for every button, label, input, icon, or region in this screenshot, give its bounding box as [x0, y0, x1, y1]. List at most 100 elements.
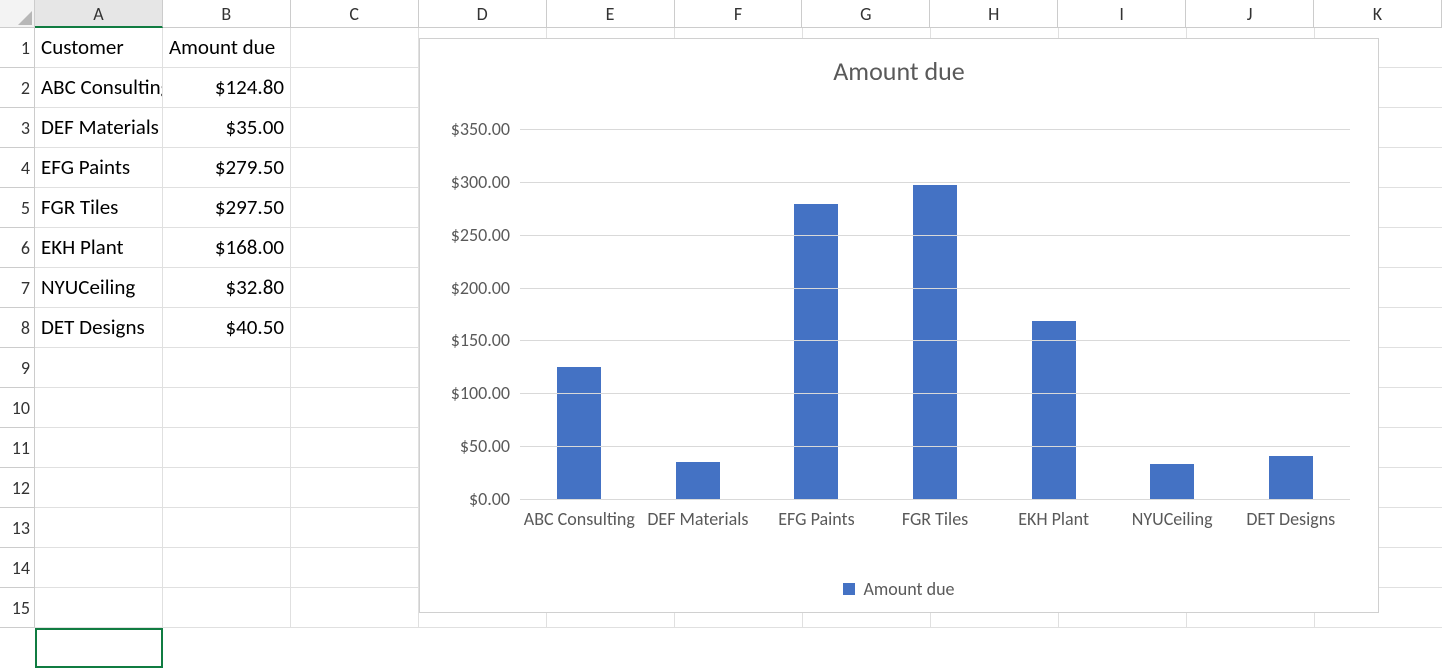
chart-bar[interactable] — [794, 204, 838, 499]
column-header-C[interactable]: C — [291, 0, 419, 28]
chart-gridline — [520, 446, 1350, 447]
cell-B15[interactable] — [163, 588, 291, 628]
cell-A6[interactable]: EKH Plant — [35, 228, 163, 268]
chart-bar[interactable] — [676, 462, 720, 499]
cell-A2[interactable]: ABC Consulting — [35, 68, 163, 108]
chart-x-label: EFG Paints — [757, 504, 876, 530]
cell-C15[interactable] — [291, 588, 419, 628]
row-header-6[interactable]: 6 — [0, 228, 35, 268]
chart-bar-slot — [994, 129, 1113, 499]
cell-B11[interactable] — [163, 428, 291, 468]
column-header-A[interactable]: A — [35, 0, 163, 28]
row-header-2[interactable]: 2 — [0, 68, 35, 108]
row-header-8[interactable]: 8 — [0, 308, 35, 348]
row-header-1[interactable]: 1 — [0, 28, 35, 68]
cell-C3[interactable] — [291, 108, 419, 148]
chart-bar[interactable] — [1032, 321, 1076, 499]
cell-B3[interactable]: $35.00 — [163, 108, 291, 148]
cell-B4[interactable]: $279.50 — [163, 148, 291, 188]
cell-B2[interactable]: $124.80 — [163, 68, 291, 108]
chart-gridline — [520, 499, 1350, 500]
cell-B13[interactable] — [163, 508, 291, 548]
cell-C7[interactable] — [291, 268, 419, 308]
row-headers: 123456789101112131415 — [0, 28, 35, 628]
cell-A11[interactable] — [35, 428, 163, 468]
chart-y-tick: $150.00 — [451, 329, 510, 351]
column-header-F[interactable]: F — [675, 0, 803, 28]
cell-C2[interactable] — [291, 68, 419, 108]
chart-plot-area: $0.00$50.00$100.00$150.00$200.00$250.00$… — [520, 129, 1350, 499]
active-cell-outline — [35, 628, 163, 668]
cell-C9[interactable] — [291, 348, 419, 388]
cell-C10[interactable] — [291, 388, 419, 428]
row-header-7[interactable]: 7 — [0, 268, 35, 308]
cell-A14[interactable] — [35, 548, 163, 588]
cell-C14[interactable] — [291, 548, 419, 588]
chart-y-tick: $50.00 — [460, 435, 510, 457]
cell-C1[interactable] — [291, 28, 419, 68]
cell-B12[interactable] — [163, 468, 291, 508]
chart-x-label: DET Designs — [1231, 504, 1350, 530]
chart-y-tick: $300.00 — [451, 171, 510, 193]
chart-bar[interactable] — [913, 185, 957, 500]
chart-x-label: DEF Materials — [639, 504, 758, 530]
chart-bars — [520, 129, 1350, 499]
cell-A15[interactable] — [35, 588, 163, 628]
row-header-9[interactable]: 9 — [0, 348, 35, 388]
chart-title: Amount due — [420, 39, 1378, 97]
cell-A10[interactable] — [35, 388, 163, 428]
row-header-15[interactable]: 15 — [0, 588, 35, 628]
chart-x-label: EKH Plant — [994, 504, 1113, 530]
cell-A3[interactable]: DEF Materials — [35, 108, 163, 148]
cell-A8[interactable]: DET Designs — [35, 308, 163, 348]
cell-C8[interactable] — [291, 308, 419, 348]
row-header-11[interactable]: 11 — [0, 428, 35, 468]
column-header-H[interactable]: H — [930, 0, 1058, 28]
cell-C12[interactable] — [291, 468, 419, 508]
column-header-J[interactable]: J — [1186, 0, 1314, 28]
cell-B10[interactable] — [163, 388, 291, 428]
cell-B14[interactable] — [163, 548, 291, 588]
cell-B5[interactable]: $297.50 — [163, 188, 291, 228]
cell-A12[interactable] — [35, 468, 163, 508]
row-header-10[interactable]: 10 — [0, 388, 35, 428]
row-header-4[interactable]: 4 — [0, 148, 35, 188]
row-header-5[interactable]: 5 — [0, 188, 35, 228]
cell-B7[interactable]: $32.80 — [163, 268, 291, 308]
chart-x-label: FGR Tiles — [876, 504, 995, 530]
cell-C11[interactable] — [291, 428, 419, 468]
cell-C5[interactable] — [291, 188, 419, 228]
cell-C6[interactable] — [291, 228, 419, 268]
cell-A5[interactable]: FGR Tiles — [35, 188, 163, 228]
cell-A13[interactable] — [35, 508, 163, 548]
chart-bar[interactable] — [1269, 456, 1313, 499]
legend-label: Amount due — [863, 578, 954, 600]
cell-B8[interactable]: $40.50 — [163, 308, 291, 348]
row-header-12[interactable]: 12 — [0, 468, 35, 508]
cell-B1[interactable]: Amount due — [163, 28, 291, 68]
select-all-corner[interactable] — [0, 0, 35, 28]
chart-bar-slot — [639, 129, 758, 499]
column-header-D[interactable]: D — [419, 0, 547, 28]
column-header-E[interactable]: E — [547, 0, 675, 28]
cell-A4[interactable]: EFG Paints — [35, 148, 163, 188]
cell-C13[interactable] — [291, 508, 419, 548]
row-header-14[interactable]: 14 — [0, 548, 35, 588]
cell-B6[interactable]: $168.00 — [163, 228, 291, 268]
cell-A1[interactable]: Customer — [35, 28, 163, 68]
column-header-G[interactable]: G — [802, 0, 930, 28]
cell-C4[interactable] — [291, 148, 419, 188]
chart-container[interactable]: Amount due $0.00$50.00$100.00$150.00$200… — [419, 38, 1379, 613]
chart-bar-slot — [757, 129, 876, 499]
cell-A9[interactable] — [35, 348, 163, 388]
row-header-13[interactable]: 13 — [0, 508, 35, 548]
chart-bar[interactable] — [1150, 464, 1194, 499]
chart-bar[interactable] — [557, 367, 601, 499]
cell-A7[interactable]: NYUCeiling — [35, 268, 163, 308]
column-header-K[interactable]: K — [1314, 0, 1442, 28]
cell-B9[interactable] — [163, 348, 291, 388]
column-header-B[interactable]: B — [163, 0, 291, 28]
row-header-3[interactable]: 3 — [0, 108, 35, 148]
column-header-I[interactable]: I — [1058, 0, 1186, 28]
chart-gridline — [520, 235, 1350, 236]
